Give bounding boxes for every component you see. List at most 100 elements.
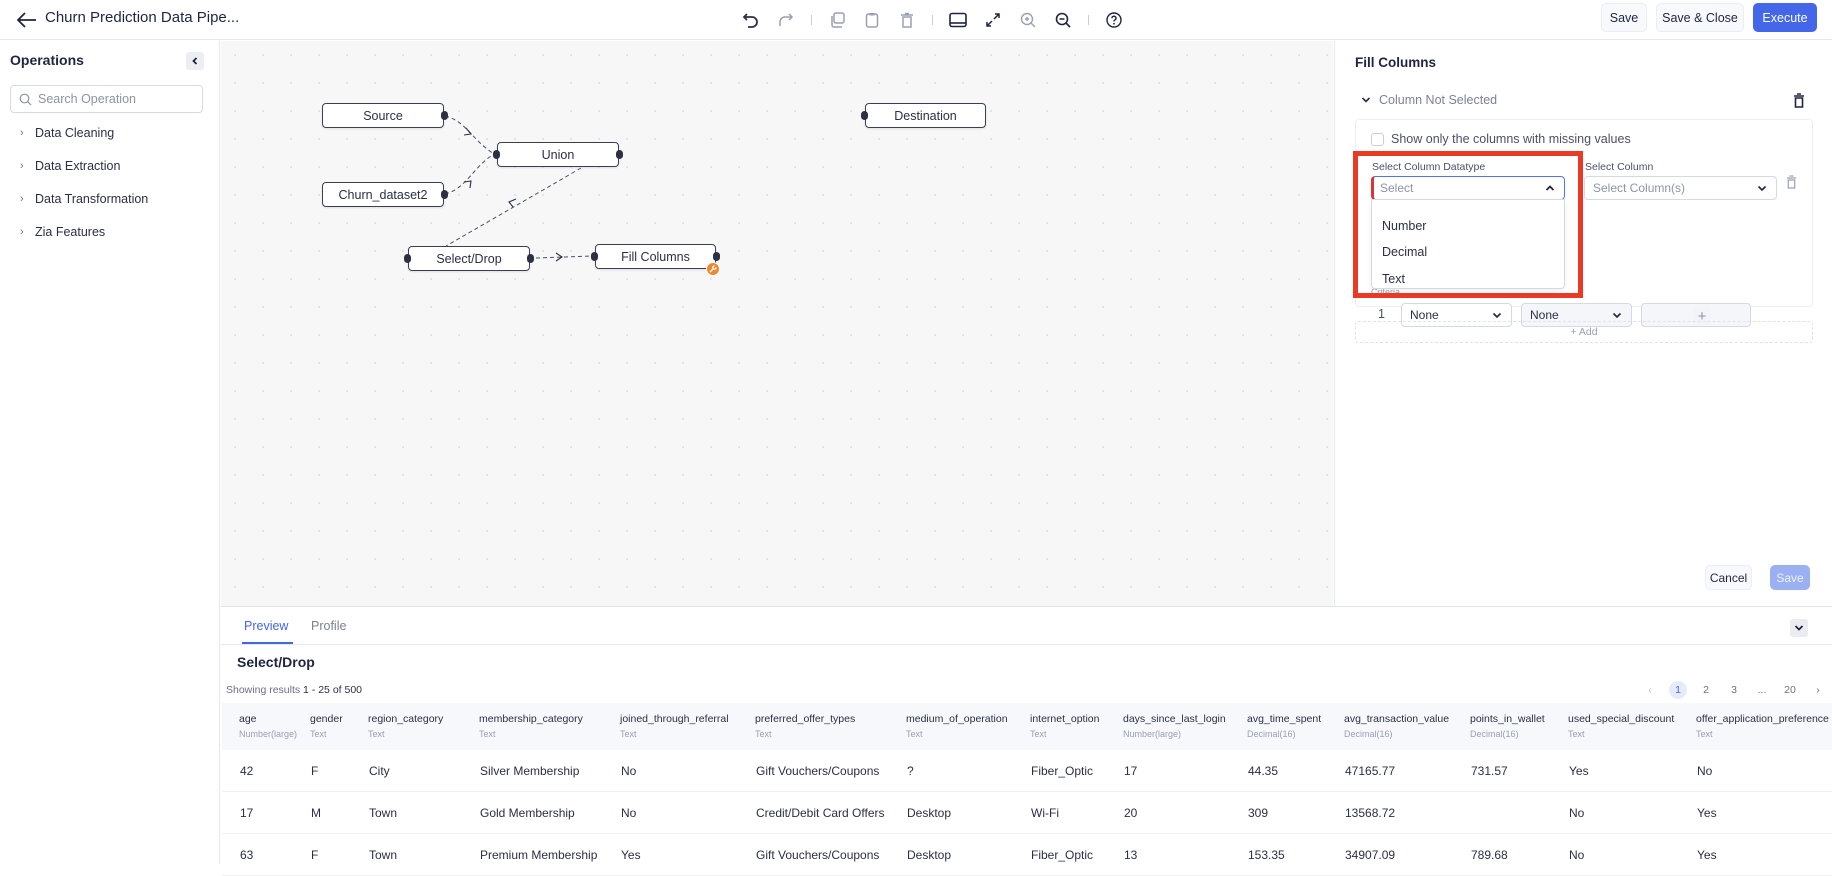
help-button[interactable] bbox=[1101, 7, 1127, 33]
paste-icon bbox=[865, 13, 879, 28]
add-rule-button[interactable]: + Add bbox=[1355, 321, 1813, 343]
node-source[interactable]: Source bbox=[322, 103, 448, 128]
datatype-option-decimal[interactable]: Decimal bbox=[1382, 245, 1427, 259]
search-operation-field[interactable] bbox=[10, 85, 203, 113]
search-icon bbox=[19, 93, 32, 105]
node-fill-columns[interactable]: Fill Columns bbox=[591, 244, 720, 276]
node-churn-dataset2[interactable]: Churn_dataset2 bbox=[322, 182, 448, 207]
prev-page-button[interactable]: ‹ bbox=[1641, 681, 1659, 699]
table-cell: Yes bbox=[1697, 806, 1717, 820]
column-name: days_since_last_login bbox=[1123, 713, 1226, 725]
page-2[interactable]: 2 bbox=[1697, 681, 1715, 699]
collapse-sidebar-button[interactable] bbox=[186, 52, 204, 70]
column-header[interactable]: gender Text bbox=[310, 713, 343, 739]
datatype-option-text[interactable]: Text bbox=[1382, 272, 1405, 286]
sidebar-item-zia-features[interactable]: › Zia Features bbox=[20, 222, 105, 242]
column-type: Text bbox=[1568, 729, 1585, 739]
chevron-right-icon: › bbox=[20, 226, 24, 238]
table-cell: City bbox=[369, 764, 390, 778]
delete-rule-button[interactable] bbox=[1793, 93, 1805, 113]
copy-button[interactable] bbox=[824, 7, 850, 33]
sidebar-item-data-cleaning[interactable]: › Data Cleaning bbox=[20, 123, 114, 143]
table-cell: F bbox=[311, 848, 319, 862]
node-union[interactable]: Union bbox=[493, 142, 623, 167]
column-header[interactable]: used_special_discount Text bbox=[1568, 713, 1674, 739]
column-name: points_in_wallet bbox=[1470, 713, 1545, 725]
table-cell: 44.35 bbox=[1248, 764, 1279, 778]
page-20[interactable]: 20 bbox=[1781, 681, 1799, 699]
toggle-panel-icon bbox=[949, 12, 967, 28]
zoom-in-button[interactable] bbox=[1015, 7, 1041, 33]
column-name: preferred_offer_types bbox=[755, 713, 856, 725]
node-label: Destination bbox=[894, 108, 957, 123]
column-type: Text bbox=[1030, 729, 1047, 739]
table-cell: 13 bbox=[1124, 848, 1138, 862]
search-operation-input[interactable] bbox=[38, 92, 188, 106]
column-header[interactable]: age Number(large) bbox=[239, 713, 297, 739]
output-port[interactable] bbox=[527, 254, 534, 263]
missing-values-label: Show only the columns with missing value… bbox=[1391, 132, 1631, 146]
page-1[interactable]: 1 bbox=[1669, 681, 1687, 699]
column-header[interactable]: preferred_offer_types Text bbox=[755, 713, 855, 739]
column-header[interactable]: avg_transaction_value Decimal(16) bbox=[1344, 713, 1449, 739]
delete-button[interactable] bbox=[894, 7, 920, 33]
column-placeholder: Select Column(s) bbox=[1593, 181, 1686, 195]
column-header[interactable]: days_since_last_login Number(large) bbox=[1123, 713, 1226, 739]
tab-profile[interactable]: Profile bbox=[311, 619, 346, 633]
input-port[interactable] bbox=[591, 252, 598, 261]
column-header[interactable]: region_category Text bbox=[368, 713, 443, 739]
column-select[interactable]: Select Column(s) bbox=[1584, 176, 1777, 200]
output-port[interactable] bbox=[713, 252, 720, 261]
back-arrow-icon bbox=[17, 12, 36, 28]
column-header[interactable]: avg_time_spent Decimal(16) bbox=[1247, 713, 1321, 739]
column-accordion-toggle[interactable]: Column Not Selected bbox=[1361, 93, 1497, 107]
execute-button[interactable]: Execute bbox=[1753, 3, 1817, 32]
toolbar-divider bbox=[932, 15, 933, 25]
sidebar-item-data-transformation[interactable]: › Data Transformation bbox=[20, 189, 148, 209]
input-port[interactable] bbox=[404, 254, 411, 263]
panel-cancel-button[interactable]: Cancel bbox=[1705, 565, 1752, 590]
pipeline-canvas[interactable]: Source Churn_dataset2 Union Select/Drop … bbox=[221, 41, 1333, 606]
node-select-drop[interactable]: Select/Drop bbox=[404, 246, 534, 271]
column-header[interactable]: internet_option Text bbox=[1030, 713, 1099, 739]
node-destination[interactable]: Destination bbox=[861, 103, 986, 128]
column-header[interactable]: membership_category Text bbox=[479, 713, 583, 739]
next-page-button[interactable]: › bbox=[1809, 681, 1827, 699]
missing-values-checkbox[interactable] bbox=[1371, 133, 1384, 146]
table-cell: 47165.77 bbox=[1345, 764, 1396, 778]
column-type: Text bbox=[479, 729, 496, 739]
table-cell: Yes bbox=[1697, 848, 1717, 862]
save-close-button[interactable]: Save & Close bbox=[1656, 3, 1744, 32]
column-header[interactable]: points_in_wallet Decimal(16) bbox=[1470, 713, 1545, 739]
table-cell: 63 bbox=[240, 848, 254, 862]
datatype-option-number[interactable]: Number bbox=[1382, 219, 1426, 233]
table-cell: Wi-Fi bbox=[1031, 806, 1059, 820]
fit-screen-button[interactable] bbox=[980, 7, 1006, 33]
undo-button[interactable] bbox=[738, 7, 764, 33]
sidebar-item-data-extraction[interactable]: › Data Extraction bbox=[20, 156, 120, 176]
input-port[interactable] bbox=[493, 150, 500, 159]
column-type: Number(large) bbox=[1123, 729, 1182, 739]
delete-column-button[interactable] bbox=[1786, 175, 1797, 194]
toggle-panel-button[interactable] bbox=[945, 7, 971, 33]
panel-save-button[interactable]: Save bbox=[1770, 565, 1810, 590]
page-3[interactable]: 3 bbox=[1725, 681, 1743, 699]
column-name: joined_through_referral bbox=[620, 713, 729, 725]
column-header[interactable]: medium_of_operation Text bbox=[906, 713, 1008, 739]
tab-preview[interactable]: Preview bbox=[244, 619, 288, 633]
output-port[interactable] bbox=[616, 150, 623, 159]
back-button[interactable] bbox=[14, 7, 40, 33]
paste-button[interactable] bbox=[859, 7, 885, 33]
redo-button[interactable] bbox=[773, 7, 799, 33]
column-label: Select Column bbox=[1585, 161, 1654, 173]
column-header[interactable]: offer_application_preference Text bbox=[1696, 713, 1829, 739]
configure-badge[interactable] bbox=[706, 262, 720, 276]
input-port[interactable] bbox=[861, 111, 868, 120]
datatype-select[interactable]: Select bbox=[1371, 176, 1565, 200]
output-port[interactable] bbox=[441, 111, 448, 120]
output-port[interactable] bbox=[441, 190, 448, 199]
collapse-preview-button[interactable] bbox=[1790, 619, 1808, 637]
column-header[interactable]: joined_through_referral Text bbox=[620, 713, 729, 739]
zoom-out-button[interactable] bbox=[1050, 7, 1076, 33]
save-button[interactable]: Save bbox=[1601, 3, 1647, 32]
